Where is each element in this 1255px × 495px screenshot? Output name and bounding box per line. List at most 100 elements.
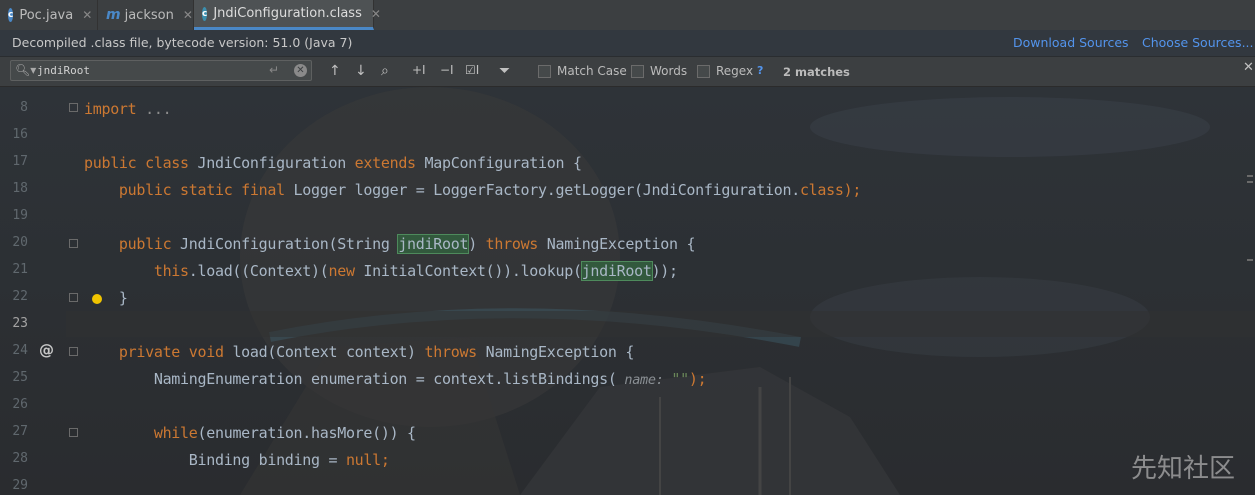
- regex-checkbox[interactable]: Regex: [697, 64, 753, 78]
- code-text: );: [843, 181, 862, 199]
- match-count: 2 matches: [783, 65, 850, 79]
- code-line-22: }: [84, 285, 128, 312]
- match-case-checkbox[interactable]: Match Case: [538, 64, 627, 78]
- line-number: 20: [12, 235, 28, 250]
- keyword: throws: [485, 235, 547, 253]
- checkbox-box[interactable]: [631, 64, 644, 78]
- tab-poc-java[interactable]: c Poc.java ✕: [0, 0, 98, 30]
- close-icon[interactable]: ✕: [371, 7, 381, 21]
- line-number-gutter: 8 16 17 18 19 20 21 22 23 24 25 26 27 28…: [0, 87, 102, 495]
- tab-jackson[interactable]: m jackson ✕: [98, 0, 194, 30]
- regex-help-link[interactable]: ?: [757, 64, 763, 77]
- keyword: throws: [424, 343, 486, 361]
- banner-message: Decompiled .class file, bytecode version…: [12, 35, 353, 50]
- code-text: );: [688, 370, 707, 388]
- close-icon[interactable]: ✕: [183, 8, 193, 22]
- superclass-name: MapConfiguration {: [424, 154, 582, 172]
- java-class-icon: c: [8, 8, 14, 22]
- words-label: Words: [650, 64, 688, 78]
- code-text: .load((Context)(: [188, 262, 329, 280]
- tab-label: jackson: [124, 7, 174, 23]
- code-text: (enumeration.hasMore()) {: [197, 424, 417, 442]
- tab-label: JndiConfiguration.class: [213, 6, 362, 21]
- code-line-21: this.load((Context)(new InitialContext()…: [84, 258, 678, 285]
- code-line-28: Binding binding = null;: [84, 447, 390, 474]
- previous-occurrence-icon[interactable]: ↑: [329, 63, 341, 79]
- code-text: NamingEnumeration enumeration = context.…: [84, 370, 617, 388]
- scroll-marker: [1247, 175, 1253, 177]
- fold-collapse-icon[interactable]: [69, 293, 78, 302]
- download-sources-link[interactable]: Download Sources: [1013, 30, 1129, 56]
- search-input[interactable]: [37, 62, 267, 79]
- line-number: 27: [12, 424, 28, 439]
- close-find-icon[interactable]: ✕: [1243, 60, 1254, 75]
- code-text: NamingException {: [485, 343, 635, 361]
- add-selection-icon[interactable]: +Ι: [412, 63, 426, 77]
- line-number: 29: [12, 478, 28, 493]
- fold-expand-icon[interactable]: [69, 103, 78, 112]
- override-method-icon[interactable]: @: [39, 341, 54, 359]
- line-number: 18: [12, 181, 28, 196]
- folded-imports[interactable]: ...: [136, 100, 172, 118]
- code-text: ));: [651, 262, 679, 280]
- find-bar: 🔍︎▾ ↵ ✕ ↑ ↓ ⌕ +Ι −Ι ☑Ι ⏷ Match Case Word…: [0, 57, 1255, 87]
- code-text: Binding binding =: [84, 451, 346, 469]
- current-line-highlight: [66, 311, 1255, 337]
- line-number: 8: [20, 100, 28, 115]
- code-text: load(Context context): [232, 343, 425, 361]
- code-line-17: public class JndiConfiguration extends M…: [84, 150, 582, 177]
- line-number: 22: [12, 289, 28, 304]
- regex-label: Regex: [716, 64, 754, 78]
- code-line-25: NamingEnumeration enumeration = context.…: [84, 366, 707, 393]
- line-number: 16: [12, 127, 28, 142]
- fold-collapse-icon[interactable]: [69, 428, 78, 437]
- keyword: class: [799, 181, 844, 199]
- code-text: ): [468, 235, 486, 253]
- choose-sources-link[interactable]: Choose Sources...: [1142, 30, 1254, 56]
- keyword: public static final: [84, 181, 294, 199]
- keyword: extends: [354, 154, 425, 172]
- clear-search-icon[interactable]: ✕: [294, 64, 307, 77]
- select-all-occurrences-icon[interactable]: ☑Ι: [465, 63, 479, 77]
- line-number: 23: [12, 316, 28, 331]
- line-number: 25: [12, 370, 28, 385]
- line-number: 28: [12, 451, 28, 466]
- line-number: 24: [12, 343, 28, 358]
- filter-icon[interactable]: ⏷: [499, 63, 510, 79]
- code-line-24: private void load(Context context) throw…: [84, 339, 634, 366]
- fold-collapse-icon[interactable]: [69, 239, 78, 248]
- code-text: ;: [380, 451, 390, 469]
- search-history-icon[interactable]: 🔍︎▾: [15, 63, 36, 77]
- fold-collapse-icon[interactable]: [69, 347, 78, 356]
- code-line-8: import ...: [84, 96, 172, 123]
- keyword: null: [345, 451, 381, 469]
- find-all-icon[interactable]: ⌕: [381, 63, 389, 79]
- tab-label: Poc.java: [19, 7, 74, 23]
- search-match: jndiRoot: [397, 234, 470, 254]
- code-text: NamingException {: [546, 235, 696, 253]
- line-number: 19: [12, 208, 28, 223]
- code-line-20: public JndiConfiguration(String jndiRoot…: [84, 231, 696, 258]
- checkbox-box[interactable]: [697, 64, 710, 78]
- code-editor[interactable]: 8 16 17 18 19 20 21 22 23 24 25 26 27 28…: [0, 87, 1255, 495]
- tab-jndiconfiguration-class[interactable]: c JndiConfiguration.class ✕: [194, 0, 381, 30]
- code-text: JndiConfiguration(String: [180, 235, 399, 253]
- checkbox-box[interactable]: [538, 64, 551, 78]
- next-occurrence-icon[interactable]: ↓: [355, 63, 367, 79]
- search-match: jndiRoot: [580, 261, 653, 281]
- scroll-marker: [1247, 259, 1253, 261]
- parameter-hint: name:: [616, 372, 672, 388]
- keyword: public: [84, 235, 181, 253]
- code-text: Logger logger = LoggerFactory.getLogger(…: [293, 181, 801, 199]
- line-number: 26: [12, 397, 28, 412]
- close-icon[interactable]: ✕: [82, 8, 92, 22]
- remove-selection-icon[interactable]: −Ι: [440, 63, 454, 77]
- code-line-18: public static final Logger logger = Logg…: [84, 177, 861, 204]
- code-text: InitialContext()).lookup(: [363, 262, 582, 280]
- keyword: import: [84, 100, 137, 118]
- line-number: 21: [12, 262, 28, 277]
- words-checkbox[interactable]: Words: [631, 64, 687, 78]
- line-number: 17: [12, 154, 28, 169]
- keyword: this: [84, 262, 189, 280]
- class-file-icon: c: [202, 6, 208, 21]
